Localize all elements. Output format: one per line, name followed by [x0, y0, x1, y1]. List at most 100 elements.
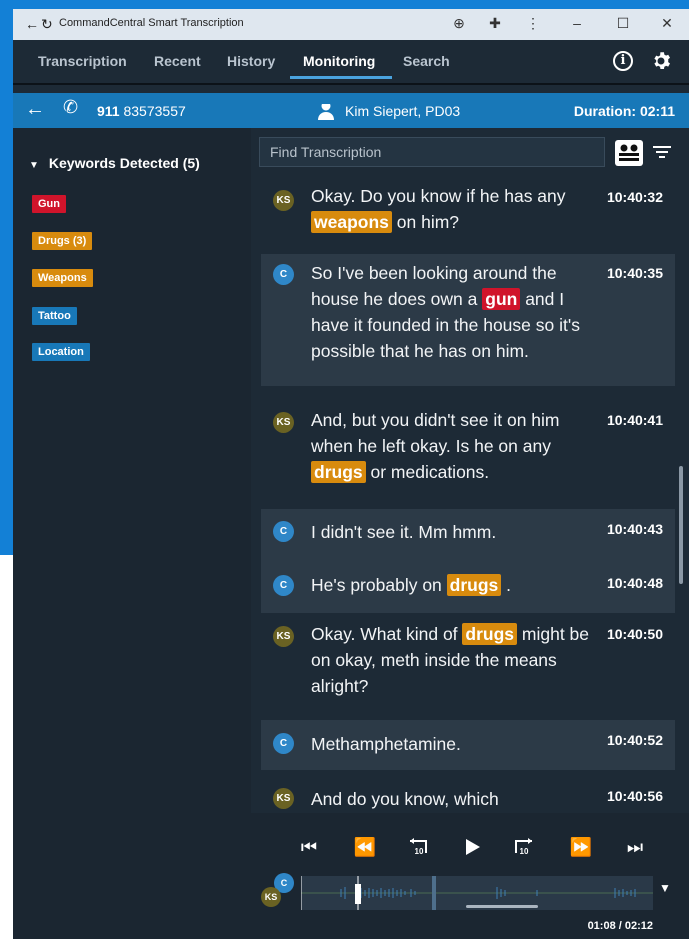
message-text-segment: I didn't see it. Mm hmm.	[311, 522, 497, 542]
message-text-segment: He's probably on	[311, 575, 447, 595]
transcript-panel: KS Okay. Do you know if he has any weapo…	[251, 128, 689, 939]
player-speaker-avatar-ks: KS	[261, 887, 281, 907]
fast-forward-icon: ⏩	[569, 837, 593, 857]
transcript-message[interactable]: C Methamphetamine. 10:40:52	[261, 720, 675, 770]
back-arrow-icon[interactable]: ←	[25, 98, 45, 121]
transcript-message[interactable]: C I didn't see it. Mm hmm. 10:40:43	[261, 509, 675, 561]
message-text-segment: .	[501, 575, 512, 595]
rewind-10-icon[interactable]: 10	[405, 833, 433, 861]
transcript-message-group: C I didn't see it. Mm hmm. 10:40:43 C He…	[261, 509, 675, 613]
active-tab-indicator	[290, 76, 392, 79]
search-input[interactable]	[260, 138, 624, 166]
extensions-icon[interactable]: ✚	[483, 13, 507, 33]
close-button[interactable]: ✕	[655, 13, 679, 33]
message-text-segment: or medications.	[365, 462, 490, 482]
message-timestamp: 10:40:35	[606, 265, 663, 281]
message-text-segment: And do you know, which	[311, 789, 499, 809]
keyword-highlight[interactable]: weapons	[311, 211, 392, 233]
message-timestamp: 10:40:32	[606, 189, 663, 205]
message-text: So I've been looking around the house he…	[311, 260, 596, 364]
play-icon[interactable]	[458, 833, 486, 861]
rewind-10-label: 10	[415, 847, 424, 856]
skip-to-start-icon[interactable]: ⏮	[295, 833, 323, 861]
speaker-avatar: C	[273, 733, 294, 754]
tab-transcription[interactable]: Transcription	[38, 53, 127, 69]
tab-history[interactable]: History	[227, 53, 275, 69]
keyword-highlight[interactable]: drugs	[462, 623, 518, 645]
forward-10-label: 10	[520, 847, 529, 856]
keywords-sidebar: ▼ Keywords Detected (5) Gun Drugs (3) Wea…	[13, 128, 251, 939]
message-text-segment: on him?	[391, 212, 460, 232]
phone-call-icon: ✆	[63, 97, 79, 117]
caller-name: Kim Siepert, PD03	[345, 103, 461, 119]
keyword-badge-drugs[interactable]: Drugs (3)	[32, 232, 93, 250]
more-menu-icon[interactable]: ⋮	[521, 13, 545, 33]
maximize-button[interactable]: ☐	[611, 13, 635, 33]
message-text: Methamphetamine.	[311, 731, 596, 757]
playback-time: 01:08 / 02:12	[587, 920, 653, 932]
keyword-badge-gun[interactable]: Gun	[32, 195, 66, 213]
message-timestamp: 10:40:52	[606, 732, 663, 748]
main-navigation: Transcription Recent History Monitoring …	[13, 40, 689, 85]
window-title: CommandCentral Smart Transcription	[59, 17, 244, 29]
keyword-highlight[interactable]: gun	[482, 288, 521, 310]
settings-gear-icon[interactable]	[651, 51, 671, 71]
transcript-message[interactable]: C He's probably on drugs . 10:40:48	[261, 561, 675, 613]
transcript-message[interactable]: KS Okay. Do you know if he has any weapo…	[261, 176, 675, 244]
speaker-avatar: C	[273, 264, 294, 285]
keyword-highlight[interactable]: drugs	[311, 461, 366, 483]
message-timestamp: 10:40:56	[606, 788, 663, 804]
audio-waveform-timeline[interactable]	[301, 876, 653, 910]
message-text-segment: Methamphetamine.	[311, 734, 461, 754]
tab-search[interactable]: Search	[403, 53, 450, 69]
skip-to-end-icon[interactable]: ⏭	[621, 833, 649, 861]
call-number-value: 83573557	[123, 103, 186, 119]
call-number: 911 83573557	[97, 103, 186, 119]
message-timestamp: 10:40:50	[606, 626, 663, 642]
tab-monitoring[interactable]: Monitoring	[303, 53, 375, 69]
speaker-avatar: KS	[273, 190, 294, 211]
keyword-highlight[interactable]: drugs	[446, 574, 502, 596]
zoom-icon[interactable]: ⊕	[447, 13, 471, 33]
call-header: ← ✆ 911 83573557 Kim Siepert, PD03 Durat…	[13, 93, 689, 128]
audio-player: ⏮ ⏪ 10 10 ⏩ ⏭ C KS ▼ 01:08 / 02:12	[251, 813, 689, 939]
speaker-view-icon[interactable]	[615, 140, 643, 166]
caret-down-icon[interactable]: ▼	[659, 881, 671, 895]
message-text-segment: Okay. Do you know if he has any	[311, 186, 566, 206]
keyword-badge-weapons[interactable]: Weapons	[32, 269, 93, 287]
tab-recent[interactable]: Recent	[154, 53, 201, 69]
refresh-icon[interactable]: ↻	[41, 15, 53, 33]
caret-down-icon: ▼	[29, 160, 39, 171]
transcript-scrollbar[interactable]	[679, 466, 683, 584]
officer-user-icon	[318, 101, 334, 120]
message-timestamp: 10:40:43	[606, 521, 663, 537]
speaker-avatar: KS	[273, 788, 294, 809]
call-duration: Duration: 02:11	[573, 103, 675, 119]
message-text-segment: And, but you didn't see it on him when h…	[311, 410, 560, 456]
call-number-prefix: 911	[97, 103, 120, 119]
message-text: Okay. Do you know if he has any weapons …	[311, 183, 596, 235]
message-text: And, but you didn't see it on him when h…	[311, 407, 596, 485]
transcript-message[interactable]: KS Okay. What kind of drugs might be on …	[261, 616, 675, 716]
speaker-avatar: KS	[273, 412, 294, 433]
info-icon[interactable]: i	[613, 51, 633, 71]
app-window: ← ↻ CommandCentral Smart Transcription ⊕…	[13, 9, 689, 939]
back-arrow-icon[interactable]: ←	[25, 15, 39, 33]
speaker-avatar: C	[273, 575, 294, 596]
keyword-badge-tattoo[interactable]: Tattoo	[32, 307, 77, 325]
message-text: I didn't see it. Mm hmm.	[311, 519, 596, 545]
transcript-message[interactable]: KS And do you know, which 10:40:56	[261, 776, 675, 813]
keywords-header[interactable]: ▼ Keywords Detected (5)	[29, 155, 200, 171]
message-timestamp: 10:40:48	[606, 575, 663, 591]
message-text: Okay. What kind of drugs might be on oka…	[311, 621, 596, 699]
forward-10-icon[interactable]: 10	[509, 833, 537, 861]
minimize-button[interactable]: –	[565, 13, 589, 33]
title-bar: ← ↻ CommandCentral Smart Transcription ⊕…	[13, 9, 689, 40]
transcript-list: KS Okay. Do you know if he has any weapo…	[261, 176, 675, 813]
filter-icon[interactable]	[652, 142, 672, 162]
message-timestamp: 10:40:41	[606, 412, 663, 428]
transcript-message[interactable]: KS And, but you didn't see it on him whe…	[261, 396, 675, 500]
keyword-badge-location[interactable]: Location	[32, 343, 90, 361]
speaker-avatar: KS	[273, 626, 294, 647]
transcript-message[interactable]: C So I've been looking around the house …	[261, 254, 675, 386]
